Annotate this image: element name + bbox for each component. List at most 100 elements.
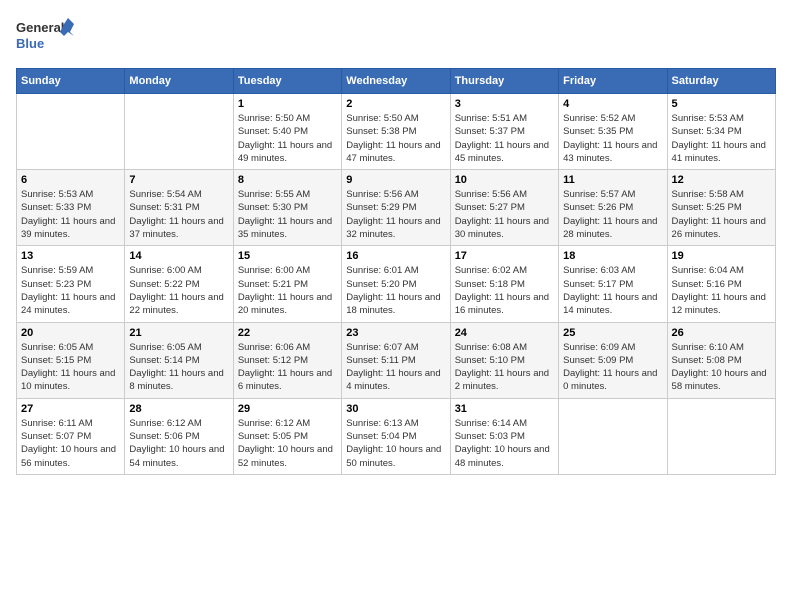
- day-number: 22: [238, 327, 337, 339]
- day-info: Sunrise: 6:12 AM Sunset: 5:05 PM Dayligh…: [238, 417, 337, 470]
- calendar-cell: [559, 398, 667, 474]
- day-number: 15: [238, 250, 337, 262]
- day-number: 2: [346, 98, 445, 110]
- day-info: Sunrise: 6:13 AM Sunset: 5:04 PM Dayligh…: [346, 417, 445, 470]
- svg-text:General: General: [16, 20, 64, 35]
- calendar-cell: 28Sunrise: 6:12 AM Sunset: 5:06 PM Dayli…: [125, 398, 233, 474]
- calendar-cell: 13Sunrise: 5:59 AM Sunset: 5:23 PM Dayli…: [17, 246, 125, 322]
- calendar-cell: 17Sunrise: 6:02 AM Sunset: 5:18 PM Dayli…: [450, 246, 558, 322]
- logo: General Blue: [16, 16, 76, 60]
- day-info: Sunrise: 6:02 AM Sunset: 5:18 PM Dayligh…: [455, 264, 554, 317]
- calendar-week-4: 20 Sunrise: 6:05 AM Sunset: 5:15 PM Dayli…: [17, 322, 776, 398]
- day-info: Sunrise: 6:05 AM Sunset: 5:15 PM Dayligh…: [21, 341, 120, 394]
- day-info: Sunrise: 6:01 AM Sunset: 5:20 PM Dayligh…: [346, 264, 445, 317]
- day-info: Sunrise: 6:05 AM Sunset: 5:14 PM Dayligh…: [129, 341, 228, 394]
- calendar-week-1: 1 Sunrise: 5:50 AM Sunset: 5:40 PM Daylig…: [17, 94, 776, 170]
- day-header-wednesday: Wednesday: [342, 69, 450, 94]
- day-number: 16: [346, 250, 445, 262]
- day-number: 6: [21, 174, 120, 186]
- calendar-header-row: SundayMondayTuesdayWednesdayThursdayFrid…: [17, 69, 776, 94]
- day-number: 5: [672, 98, 771, 110]
- day-number: 1: [238, 98, 337, 110]
- calendar-cell: 4Sunrise: 5:52 AM Sunset: 5:35 PM Daylig…: [559, 94, 667, 170]
- day-number: 8: [238, 174, 337, 186]
- day-info: Sunrise: 5:56 AM Sunset: 5:29 PM Dayligh…: [346, 188, 445, 241]
- day-info: Sunrise: 6:09 AM Sunset: 5:09 PM Dayligh…: [563, 341, 662, 394]
- calendar-table: SundayMondayTuesdayWednesdayThursdayFrid…: [16, 68, 776, 475]
- calendar-cell: 16 Sunrise: 6:01 AM Sunset: 5:20 PM Dayli…: [342, 246, 450, 322]
- day-info: Sunrise: 5:57 AM Sunset: 5:26 PM Dayligh…: [563, 188, 662, 241]
- day-info: Sunrise: 6:07 AM Sunset: 5:11 PM Dayligh…: [346, 341, 445, 394]
- day-number: 19: [672, 250, 771, 262]
- calendar-week-5: 27 Sunrise: 6:11 AM Sunset: 5:07 PM Dayli…: [17, 398, 776, 474]
- day-number: 9: [346, 174, 445, 186]
- calendar-cell: 24 Sunrise: 6:08 AM Sunset: 5:10 PM Dayli…: [450, 322, 558, 398]
- calendar-cell: [125, 94, 233, 170]
- day-number: 25: [563, 327, 662, 339]
- day-info: Sunrise: 6:00 AM Sunset: 5:21 PM Dayligh…: [238, 264, 337, 317]
- day-number: 11: [563, 174, 662, 186]
- day-info: Sunrise: 6:00 AM Sunset: 5:22 PM Dayligh…: [129, 264, 228, 317]
- calendar-cell: 3 Sunrise: 5:51 AM Sunset: 5:37 PM Daylig…: [450, 94, 558, 170]
- day-header-tuesday: Tuesday: [233, 69, 341, 94]
- day-info: Sunrise: 6:08 AM Sunset: 5:10 PM Dayligh…: [455, 341, 554, 394]
- day-number: 18: [563, 250, 662, 262]
- calendar-cell: 8 Sunrise: 5:55 AM Sunset: 5:30 PM Daylig…: [233, 170, 341, 246]
- day-number: 10: [455, 174, 554, 186]
- day-number: 12: [672, 174, 771, 186]
- day-info: Sunrise: 5:51 AM Sunset: 5:37 PM Dayligh…: [455, 112, 554, 165]
- day-number: 21: [129, 327, 228, 339]
- day-info: Sunrise: 6:11 AM Sunset: 5:07 PM Dayligh…: [21, 417, 120, 470]
- day-number: 26: [672, 327, 771, 339]
- day-info: Sunrise: 5:50 AM Sunset: 5:38 PM Dayligh…: [346, 112, 445, 165]
- day-header-thursday: Thursday: [450, 69, 558, 94]
- day-info: Sunrise: 5:59 AM Sunset: 5:23 PM Dayligh…: [21, 264, 120, 317]
- day-info: Sunrise: 6:04 AM Sunset: 5:16 PM Dayligh…: [672, 264, 771, 317]
- day-number: 7: [129, 174, 228, 186]
- day-header-monday: Monday: [125, 69, 233, 94]
- calendar-week-3: 13Sunrise: 5:59 AM Sunset: 5:23 PM Dayli…: [17, 246, 776, 322]
- calendar-cell: 21 Sunrise: 6:05 AM Sunset: 5:14 PM Dayli…: [125, 322, 233, 398]
- day-number: 27: [21, 403, 120, 415]
- day-header-sunday: Sunday: [17, 69, 125, 94]
- day-number: 30: [346, 403, 445, 415]
- calendar-cell: 31Sunrise: 6:14 AM Sunset: 5:03 PM Dayli…: [450, 398, 558, 474]
- calendar-cell: 9 Sunrise: 5:56 AM Sunset: 5:29 PM Daylig…: [342, 170, 450, 246]
- calendar-cell: 12Sunrise: 5:58 AM Sunset: 5:25 PM Dayli…: [667, 170, 775, 246]
- calendar-cell: 26 Sunrise: 6:10 AM Sunset: 5:08 PM Dayli…: [667, 322, 775, 398]
- day-info: Sunrise: 5:55 AM Sunset: 5:30 PM Dayligh…: [238, 188, 337, 241]
- day-number: 29: [238, 403, 337, 415]
- calendar-cell: 30 Sunrise: 6:13 AM Sunset: 5:04 PM Dayli…: [342, 398, 450, 474]
- calendar-cell: 14 Sunrise: 6:00 AM Sunset: 5:22 PM Dayli…: [125, 246, 233, 322]
- day-info: Sunrise: 5:53 AM Sunset: 5:34 PM Dayligh…: [672, 112, 771, 165]
- calendar-cell: 22Sunrise: 6:06 AM Sunset: 5:12 PM Dayli…: [233, 322, 341, 398]
- day-number: 20: [21, 327, 120, 339]
- day-header-saturday: Saturday: [667, 69, 775, 94]
- day-number: 23: [346, 327, 445, 339]
- day-info: Sunrise: 6:10 AM Sunset: 5:08 PM Dayligh…: [672, 341, 771, 394]
- day-info: Sunrise: 5:50 AM Sunset: 5:40 PM Dayligh…: [238, 112, 337, 165]
- calendar-cell: 27 Sunrise: 6:11 AM Sunset: 5:07 PM Dayli…: [17, 398, 125, 474]
- day-number: 3: [455, 98, 554, 110]
- calendar-cell: 2 Sunrise: 5:50 AM Sunset: 5:38 PM Daylig…: [342, 94, 450, 170]
- calendar-cell: [667, 398, 775, 474]
- calendar-cell: 10 Sunrise: 5:56 AM Sunset: 5:27 PM Dayli…: [450, 170, 558, 246]
- calendar-cell: 23 Sunrise: 6:07 AM Sunset: 5:11 PM Dayli…: [342, 322, 450, 398]
- calendar-cell: 20 Sunrise: 6:05 AM Sunset: 5:15 PM Dayli…: [17, 322, 125, 398]
- calendar-cell: 25 Sunrise: 6:09 AM Sunset: 5:09 PM Dayli…: [559, 322, 667, 398]
- calendar-cell: 29 Sunrise: 6:12 AM Sunset: 5:05 PM Dayli…: [233, 398, 341, 474]
- logo-svg: General Blue: [16, 16, 76, 60]
- day-header-friday: Friday: [559, 69, 667, 94]
- day-number: 14: [129, 250, 228, 262]
- day-number: 31: [455, 403, 554, 415]
- calendar-cell: [17, 94, 125, 170]
- header: General Blue: [16, 16, 776, 60]
- day-info: Sunrise: 6:03 AM Sunset: 5:17 PM Dayligh…: [563, 264, 662, 317]
- svg-text:Blue: Blue: [16, 36, 44, 51]
- day-info: Sunrise: 5:54 AM Sunset: 5:31 PM Dayligh…: [129, 188, 228, 241]
- calendar-week-2: 6 Sunrise: 5:53 AM Sunset: 5:33 PM Daylig…: [17, 170, 776, 246]
- day-info: Sunrise: 5:56 AM Sunset: 5:27 PM Dayligh…: [455, 188, 554, 241]
- day-info: Sunrise: 5:53 AM Sunset: 5:33 PM Dayligh…: [21, 188, 120, 241]
- calendar-cell: 19 Sunrise: 6:04 AM Sunset: 5:16 PM Dayli…: [667, 246, 775, 322]
- day-number: 24: [455, 327, 554, 339]
